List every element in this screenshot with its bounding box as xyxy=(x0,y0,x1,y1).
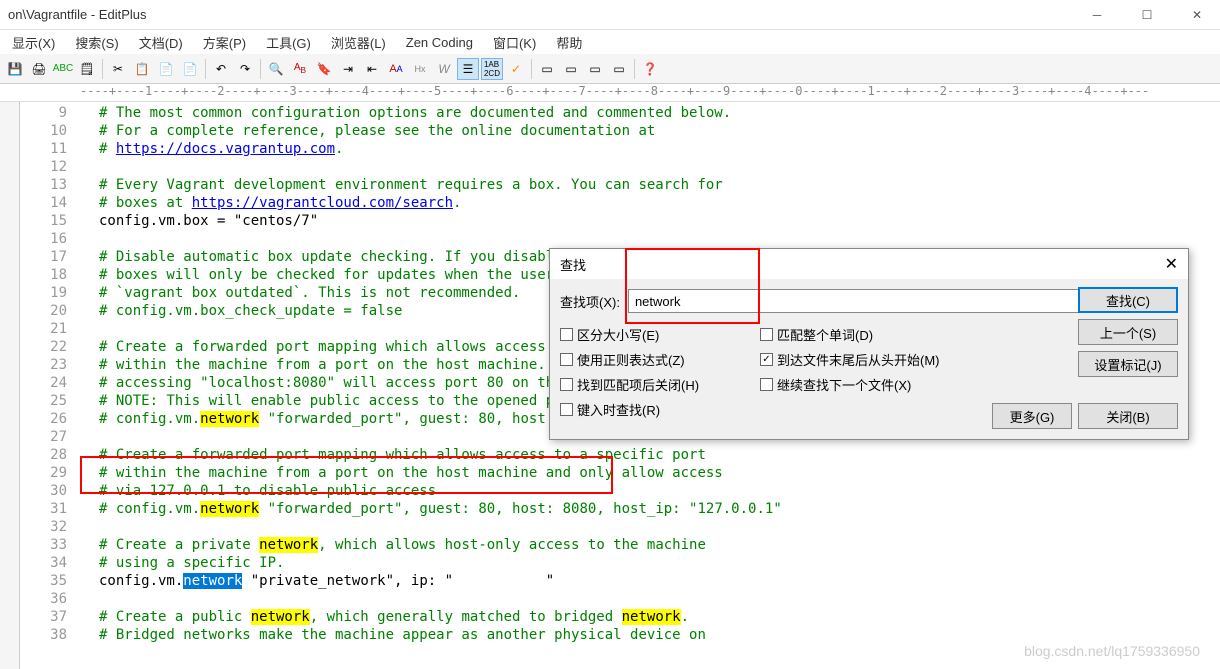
undo-icon[interactable]: ↶ xyxy=(210,58,232,80)
menubar: 显示(X) 搜索(S) 文档(D) 方案(P) 工具(G) 浏览器(L) Zen… xyxy=(0,30,1220,54)
window3-icon[interactable]: ▭ xyxy=(584,58,606,80)
menu-tools[interactable]: 工具(G) xyxy=(258,31,319,54)
close-button[interactable]: ✕ xyxy=(1182,2,1212,27)
menu-project[interactable]: 方案(P) xyxy=(195,31,254,54)
side-panel[interactable] xyxy=(0,102,20,669)
find-input[interactable] xyxy=(628,289,1131,313)
menu-document[interactable]: 文档(D) xyxy=(131,31,191,54)
toolbar: 💾 🖨 ABC 🗒 ✂ 📋 📄 📄 ↶ ↷ 🔍 AB 🔖 ⇥ ⇤ AA Hx W… xyxy=(0,54,1220,84)
check-wrap[interactable]: ✓到达文件末尾后从头开始(M) xyxy=(760,350,980,369)
separator xyxy=(102,59,103,79)
bookmark-icon[interactable]: 🔖 xyxy=(313,58,335,80)
menu-search[interactable]: 搜索(S) xyxy=(67,31,126,54)
find-text-field[interactable] xyxy=(628,289,1131,313)
find-icon[interactable]: 🔍 xyxy=(265,58,287,80)
check-whole-word[interactable]: 匹配整个单词(D) xyxy=(760,325,980,344)
ruler: ----+----1----+----2----+----3----+----4… xyxy=(0,84,1220,102)
menu-browser[interactable]: 浏览器(L) xyxy=(323,31,394,54)
separator xyxy=(531,59,532,79)
encoding-icon[interactable]: 1AB2CD xyxy=(481,58,503,80)
spell-icon[interactable]: ABC xyxy=(52,58,74,80)
paste-icon[interactable]: 📄 xyxy=(155,58,177,80)
find-label: 查找项(X): xyxy=(560,292,620,311)
find-titlebar: 查找 ✕ xyxy=(550,249,1188,279)
menu-display[interactable]: 显示(X) xyxy=(4,31,63,54)
check-incremental[interactable]: 键入时查找(R) xyxy=(560,400,760,419)
check-close-match[interactable]: 找到匹配项后关闭(H) xyxy=(560,375,760,394)
mark-button[interactable]: 设置标记(J) xyxy=(1078,351,1178,377)
save-icon[interactable]: 💾 xyxy=(4,58,26,80)
find-button[interactable]: 查找(C) xyxy=(1078,287,1178,313)
preview-icon[interactable]: 🗒 xyxy=(76,58,98,80)
indent-icon[interactable]: ⇥ xyxy=(337,58,359,80)
close-icon[interactable]: ✕ xyxy=(1165,254,1178,274)
maximize-button[interactable]: ☐ xyxy=(1132,2,1162,27)
watermark: blog.csdn.net/lq1759336950 xyxy=(1024,643,1200,659)
separator xyxy=(260,59,261,79)
find-dialog: 查找 ✕ 查找项(X): ▾ ▾ 区分大小写(E) 使用正则表达式(Z) 找到匹… xyxy=(549,248,1189,440)
line-gutter: 9101112131415161718192021222324252627282… xyxy=(20,102,75,669)
close-button[interactable]: 关闭(B) xyxy=(1078,403,1178,429)
italic-icon[interactable]: W xyxy=(433,58,455,80)
outdent-icon[interactable]: ⇤ xyxy=(361,58,383,80)
find-title: 查找 xyxy=(560,255,1165,274)
redo-icon[interactable]: ↷ xyxy=(234,58,256,80)
check-case[interactable]: 区分大小写(E) xyxy=(560,325,760,344)
minimize-button[interactable]: ─ xyxy=(1082,2,1112,27)
separator xyxy=(205,59,206,79)
more-button[interactable]: 更多(G) xyxy=(992,403,1072,429)
font-icon[interactable]: AA xyxy=(385,58,407,80)
hex-icon[interactable]: Hx xyxy=(409,58,431,80)
window2-icon[interactable]: ▭ xyxy=(560,58,582,80)
copy-icon[interactable]: 📋 xyxy=(131,58,153,80)
window1-icon[interactable]: ▭ xyxy=(536,58,558,80)
check-regex[interactable]: 使用正则表达式(Z) xyxy=(560,350,760,369)
print-icon[interactable]: 🖨 xyxy=(28,58,50,80)
menu-window[interactable]: 窗口(K) xyxy=(485,31,544,54)
titlebar: on\Vagrantfile - EditPlus ─ ☐ ✕ xyxy=(0,0,1220,30)
check-next-file[interactable]: 继续查找下一个文件(X) xyxy=(760,375,980,394)
replace-icon[interactable]: AB xyxy=(289,58,311,80)
menu-help[interactable]: 帮助 xyxy=(548,31,590,54)
help-icon[interactable]: ❓ xyxy=(639,58,661,80)
cut-icon[interactable]: ✂ xyxy=(107,58,129,80)
paste2-icon[interactable]: 📄 xyxy=(179,58,201,80)
window-title: on\Vagrantfile - EditPlus xyxy=(8,7,1082,22)
window4-icon[interactable]: ▭ xyxy=(608,58,630,80)
separator xyxy=(634,59,635,79)
window-controls: ─ ☐ ✕ xyxy=(1082,2,1212,27)
wrap-icon[interactable]: ☰ xyxy=(457,58,479,80)
prev-button[interactable]: 上一个(S) xyxy=(1078,319,1178,345)
check-icon[interactable]: ✓ xyxy=(505,58,527,80)
menu-zen[interactable]: Zen Coding xyxy=(398,33,481,52)
